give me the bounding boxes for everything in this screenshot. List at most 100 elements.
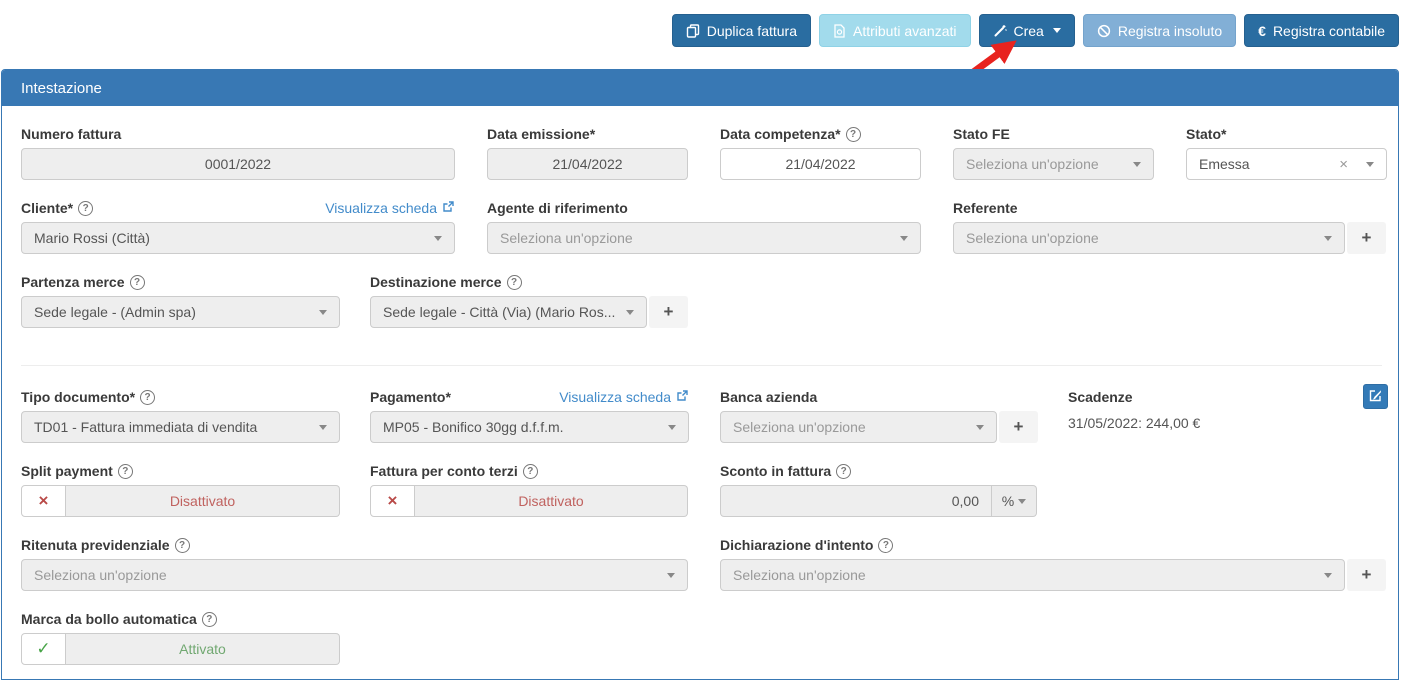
help-icon[interactable]: ?: [846, 127, 861, 142]
x-mark-icon: ×: [21, 485, 66, 517]
cliente-select[interactable]: Mario Rossi (Città): [21, 222, 455, 254]
split-payment-toggle[interactable]: × Disattivato: [21, 485, 340, 517]
unit-label: %: [1002, 493, 1014, 509]
tipo-documento-select[interactable]: TD01 - Fattura immediata di vendita: [21, 411, 340, 443]
visualizza-scheda-pagamento-link[interactable]: Visualizza scheda: [559, 389, 689, 405]
help-icon[interactable]: ?: [140, 390, 155, 405]
help-icon[interactable]: ?: [878, 538, 893, 553]
referente-select[interactable]: Seleziona un'opzione: [953, 222, 1345, 254]
field-partenza-merce: Partenza merce? Sede legale - (Admin spa…: [21, 273, 340, 328]
field-data-competenza: Data competenza*?: [720, 125, 921, 180]
field-label: Referente: [953, 200, 1018, 216]
chevron-down-icon: [667, 573, 675, 578]
field-label: Ritenuta previdenziale: [21, 537, 170, 553]
chevron-down-icon: [626, 310, 634, 315]
duplicate-icon: [686, 24, 700, 38]
help-icon[interactable]: ?: [78, 201, 93, 216]
duplica-fattura-button[interactable]: Duplica fattura: [672, 14, 811, 47]
add-dichiarazione-button[interactable]: +: [1347, 559, 1386, 591]
partenza-merce-select[interactable]: Sede legale - (Admin spa): [21, 296, 340, 328]
registra-contabile-button[interactable]: € Registra contabile: [1244, 14, 1399, 47]
banca-azienda-select[interactable]: Seleziona un'opzione: [720, 411, 997, 443]
chevron-down-icon: [668, 425, 676, 430]
field-label: Marca da bollo automatica: [21, 611, 197, 627]
euro-icon: €: [1258, 23, 1266, 39]
field-scadenze: Scadenze 31/05/2022: 244,00 €: [1068, 388, 1348, 431]
field-label: Banca azienda: [720, 389, 817, 405]
button-label: Attributi avanzati: [853, 23, 957, 39]
field-label: Agente di riferimento: [487, 200, 628, 216]
edit-scadenze-button[interactable]: [1363, 384, 1388, 409]
data-competenza-input[interactable]: [720, 148, 921, 180]
help-icon[interactable]: ?: [175, 538, 190, 553]
toolbar: Duplica fattura Attributi avanzati Crea …: [672, 14, 1399, 47]
help-icon[interactable]: ?: [130, 275, 145, 290]
field-label: Tipo documento*: [21, 389, 135, 405]
chevron-down-icon: [1133, 162, 1141, 167]
help-icon[interactable]: ?: [202, 612, 217, 627]
field-dichiarazione-intento: Dichiarazione d'intento? Seleziona un'op…: [720, 536, 1386, 591]
field-split-payment: Split payment? × Disattivato: [21, 462, 340, 517]
field-label: Fattura per conto terzi: [370, 463, 518, 479]
stato-select[interactable]: Emessa ×: [1186, 148, 1387, 180]
crea-button[interactable]: Crea: [979, 14, 1075, 47]
add-banca-button[interactable]: +: [999, 411, 1038, 443]
field-label: Destinazione merce: [370, 274, 502, 290]
field-agente: Agente di riferimento Seleziona un'opzio…: [487, 199, 921, 254]
clear-icon[interactable]: ×: [1339, 156, 1348, 173]
sconto-input[interactable]: [720, 485, 992, 517]
help-icon[interactable]: ?: [523, 464, 538, 479]
data-emissione-input[interactable]: [487, 148, 688, 180]
plus-icon: +: [1362, 228, 1372, 248]
attributi-avanzati-button[interactable]: Attributi avanzati: [819, 14, 971, 47]
field-label: Split payment: [21, 463, 113, 479]
field-label: Numero fattura: [21, 126, 121, 142]
toggle-state-label: Attivato: [66, 633, 340, 665]
chevron-down-icon: [1324, 573, 1332, 578]
help-icon[interactable]: ?: [118, 464, 133, 479]
registra-insoluto-button[interactable]: Registra insoluto: [1083, 14, 1236, 47]
panel-title: Intestazione: [2, 70, 1398, 106]
check-icon: ✓: [21, 633, 66, 665]
field-stato-fe: Stato FE Seleziona un'opzione: [953, 125, 1154, 180]
field-pagamento: Pagamento* Visualizza scheda MP05 - Boni…: [370, 388, 689, 443]
field-numero-fattura: Numero fattura: [21, 125, 455, 180]
field-label: Dichiarazione d'intento: [720, 537, 873, 553]
field-label: Sconto in fattura: [720, 463, 831, 479]
scadenze-value: 31/05/2022: 244,00 €: [1068, 415, 1348, 431]
ritenuta-select[interactable]: Seleziona un'opzione: [21, 559, 688, 591]
x-mark-icon: ×: [370, 485, 415, 517]
field-label: Pagamento*: [370, 389, 451, 405]
chevron-down-icon: [1053, 28, 1061, 33]
help-icon[interactable]: ?: [836, 464, 851, 479]
field-destinazione-merce: Destinazione merce? Sede legale - Città …: [370, 273, 688, 328]
field-label: Stato*: [1186, 126, 1226, 142]
section-divider: [21, 365, 1382, 366]
visualizza-scheda-cliente-link[interactable]: Visualizza scheda: [325, 200, 455, 216]
agente-select[interactable]: Seleziona un'opzione: [487, 222, 921, 254]
field-data-emissione: Data emissione*: [487, 125, 688, 180]
sconto-unit-select[interactable]: %: [992, 485, 1037, 517]
pencil-square-icon: [1369, 388, 1383, 405]
pagamento-select[interactable]: MP05 - Bonifico 30gg d.f.f.m.: [370, 411, 689, 443]
field-banca-azienda: Banca azienda Seleziona un'opzione +: [720, 388, 1038, 443]
dichiarazione-select[interactable]: Seleziona un'opzione: [720, 559, 1345, 591]
chevron-down-icon: [319, 310, 327, 315]
add-referente-button[interactable]: +: [1347, 222, 1386, 254]
chevron-down-icon: [1324, 236, 1332, 241]
marca-da-bollo-toggle[interactable]: ✓ Attivato: [21, 633, 340, 665]
field-label: Partenza merce: [21, 274, 125, 290]
external-link-icon: [676, 389, 689, 405]
numero-fattura-input[interactable]: [21, 148, 455, 180]
add-destinazione-button[interactable]: +: [649, 296, 688, 328]
field-marca-da-bollo: Marca da bollo automatica? ✓ Attivato: [21, 610, 340, 665]
panel-body: Numero fattura Data emissione* Data comp…: [2, 106, 1398, 680]
destinazione-merce-select[interactable]: Sede legale - Città (Via) (Mario Ros...: [370, 296, 647, 328]
field-cliente: Cliente*? Visualizza scheda Mario Rossi …: [21, 199, 455, 254]
fattura-conto-terzi-toggle[interactable]: × Disattivato: [370, 485, 688, 517]
chevron-down-icon: [434, 236, 442, 241]
toggle-state-label: Disattivato: [66, 485, 340, 517]
field-stato: Stato* Emessa ×: [1186, 125, 1387, 180]
stato-fe-select[interactable]: Seleziona un'opzione: [953, 148, 1154, 180]
help-icon[interactable]: ?: [507, 275, 522, 290]
